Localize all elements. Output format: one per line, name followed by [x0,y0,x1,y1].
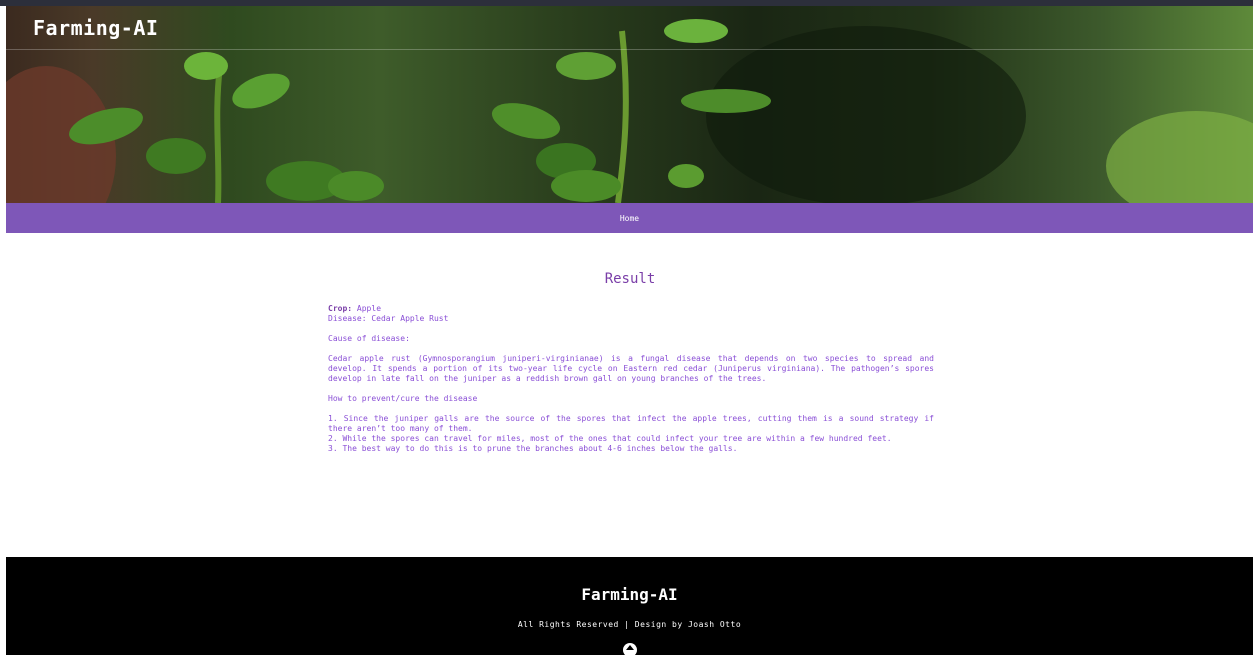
cause-text: Cedar apple rust (Gymnosporangium junipe… [328,354,934,383]
page-footer: Farming-AI All Rights Reserved | Design … [6,557,1253,657]
plant-banner-image [6,19,1253,203]
crop-label: Crop: [328,304,353,313]
main-nav: Home [6,203,1253,233]
prevent-heading: How to prevent/cure the disease [328,394,478,403]
prevent-step-2: 2. While the spores can travel for miles… [328,434,892,443]
banner-divider [6,49,1253,50]
header-banner: Farming-AI [6,6,1253,203]
footer-copyright: All Rights Reserved | Design by Joash Ot… [517,620,742,629]
result-heading: Result [604,271,656,287]
disease-line: Disease: Cedar Apple Rust [328,314,449,323]
cause-heading: Cause of disease: [328,334,410,343]
site-title[interactable]: Farming-AI [33,16,158,40]
crop-value: Apple [356,304,382,313]
footer-title: Farming-AI [581,585,678,604]
prevent-step-3: 3. The best way to do this is to prune t… [328,444,738,453]
result-section: Result Crop: Apple Disease: Cedar Apple … [328,270,934,454]
prevent-step-1: 1. Since the juniper galls are the sourc… [328,414,934,433]
nav-home-link[interactable]: Home [620,214,639,223]
crop-line: Crop: Apple [328,304,934,314]
